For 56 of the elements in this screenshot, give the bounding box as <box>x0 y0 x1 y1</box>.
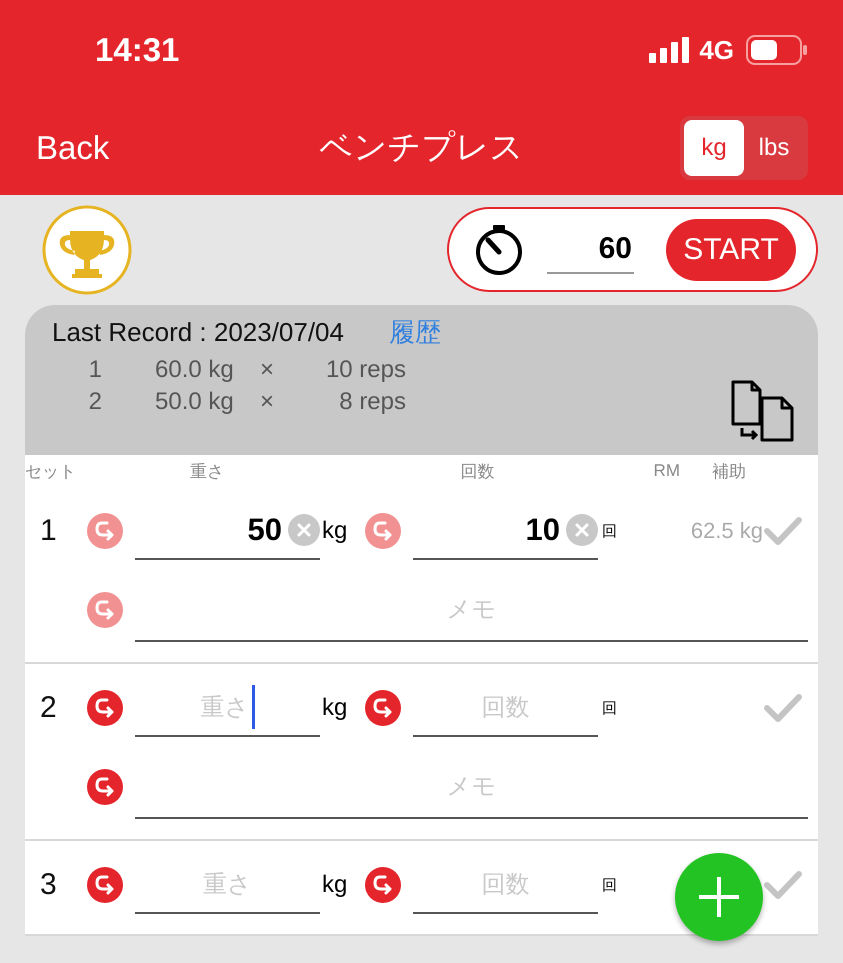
copy-previous-button[interactable] <box>365 690 401 726</box>
column-header: 回数 <box>460 460 496 482</box>
copy-previous-button[interactable] <box>365 867 401 903</box>
times-sign: × <box>260 355 276 385</box>
record-reps: 10 reps <box>324 355 406 385</box>
clock: 14:31 <box>95 31 180 69</box>
text-cursor <box>252 685 254 729</box>
reps-field[interactable]: 10 <box>413 502 598 560</box>
set-number: 3 <box>39 868 58 902</box>
times-sign: × <box>260 387 276 417</box>
unit-tab[interactable]: kg <box>684 120 744 176</box>
battery-icon <box>746 35 808 65</box>
assist-check-button[interactable] <box>763 869 803 901</box>
copy-previous-button[interactable] <box>87 690 123 726</box>
record-weight: 60.0 kg <box>155 355 235 385</box>
record-reps: 8 reps <box>338 387 406 417</box>
unit-label: 回 <box>601 876 618 894</box>
column-header: 補助 <box>712 460 746 482</box>
last-record-title: Last Record : 2023/07/04 <box>52 317 344 348</box>
unit-label: 回 <box>601 698 618 718</box>
unit-label: kg <box>321 871 348 899</box>
copy-previous-button[interactable] <box>87 592 123 628</box>
set-number: 2 <box>39 691 58 725</box>
copy-previous-button[interactable] <box>365 513 401 549</box>
copy-previous-button[interactable] <box>87 513 123 549</box>
clear-icon[interactable] <box>566 514 598 546</box>
column-header: 重さ <box>189 460 225 482</box>
plus-icon <box>696 874 742 920</box>
network-label: 4G <box>699 34 734 66</box>
trophy-button[interactable] <box>42 204 132 294</box>
copy-previous-button[interactable] <box>87 867 123 903</box>
record-weight: 50.0 kg <box>155 387 235 417</box>
record-index: 1 <box>88 355 102 385</box>
assist-check-button[interactable] <box>763 515 803 547</box>
unit-label: 回 <box>601 522 618 540</box>
start-button[interactable]: START <box>666 218 796 280</box>
copy-record-button[interactable] <box>730 380 796 442</box>
history-link[interactable]: 履歴 <box>388 315 441 350</box>
screen-title: ベンチプレス <box>320 128 524 165</box>
field-value: 10 <box>526 512 560 548</box>
unit-label: kg <box>321 517 348 545</box>
set-number: 1 <box>39 514 58 548</box>
back-button[interactable]: Back <box>36 128 110 166</box>
assist-check-button[interactable] <box>763 692 803 724</box>
column-header: RM <box>652 461 680 481</box>
copy-previous-button[interactable] <box>87 769 123 805</box>
rm-value: 62.5 kg <box>690 518 763 544</box>
seconds-field[interactable]: 60 <box>547 226 634 274</box>
record-index: 2 <box>88 387 102 417</box>
clear-icon[interactable] <box>288 514 320 546</box>
field-value: 50 <box>248 512 282 548</box>
unit-label: kg <box>321 694 348 722</box>
unit-tab[interactable]: lbs <box>744 120 804 176</box>
signal-icon <box>649 37 692 63</box>
weight-field[interactable]: 50 <box>135 502 320 560</box>
column-header: セット <box>25 460 77 482</box>
